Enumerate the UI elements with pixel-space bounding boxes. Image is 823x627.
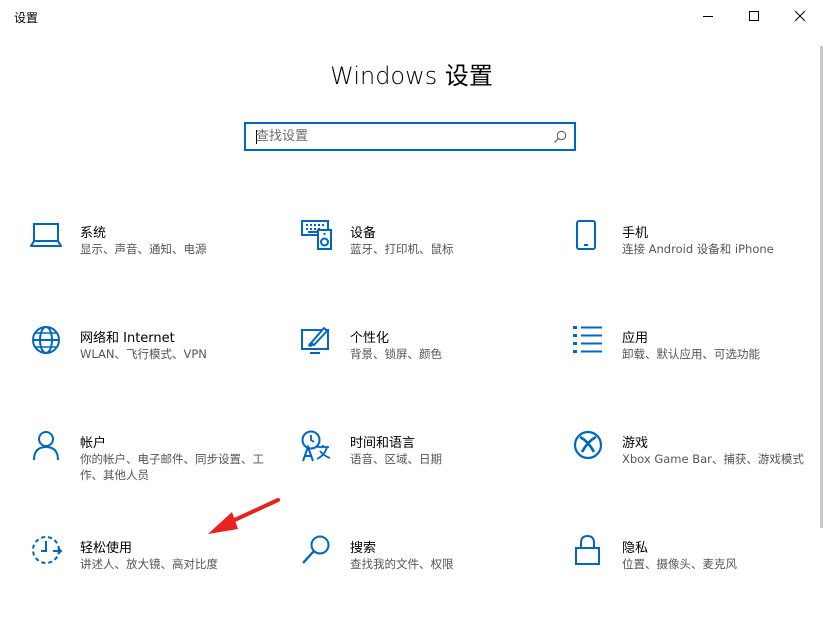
- tile-privacy[interactable]: 隐私 位置、摄像头、麦克风: [572, 535, 822, 615]
- tile-system[interactable]: 系统 显示、声音、通知、电源: [30, 220, 280, 300]
- laptop-icon: [30, 223, 62, 247]
- lock-icon: [575, 535, 600, 565]
- tile-apps[interactable]: 应用 卸载、默认应用、可选功能: [572, 325, 822, 405]
- tile-personalization[interactable]: 个性化 背景、锁屏、颜色: [300, 325, 550, 405]
- tile-description: 连接 Android 设备和 iPhone: [622, 242, 774, 256]
- tile-description: 位置、摄像头、麦克风: [622, 557, 737, 571]
- tile-description: 背景、锁屏、颜色: [350, 347, 442, 361]
- maximize-button[interactable]: [731, 0, 777, 32]
- globe-icon: [32, 326, 60, 354]
- tile-description: 显示、声音、通知、电源: [80, 242, 207, 256]
- tile-search[interactable]: 搜索 查找我的文件、权限: [300, 535, 550, 615]
- tile-description: 蓝牙、打印机、鼠标: [350, 242, 454, 256]
- tile-title: 隐私: [622, 541, 649, 556]
- tile-description: Xbox Game Bar、捕获、游戏模式: [622, 452, 804, 466]
- search-box[interactable]: [244, 122, 576, 151]
- annotation-arrow-icon: [208, 498, 280, 534]
- tile-time-language[interactable]: 时间和语言 语音、区域、日期: [300, 430, 550, 510]
- tile-description: 你的帐户、电子邮件、同步设置、工作、其他人员: [80, 452, 264, 482]
- tile-network[interactable]: 网络和 Internet WLAN、飞行模式、VPN: [30, 325, 280, 405]
- tile-title: 游戏: [622, 436, 649, 451]
- ease-of-access-icon: [32, 536, 63, 564]
- tile-title: 个性化: [350, 331, 390, 346]
- tile-title: 应用: [622, 331, 649, 346]
- tile-description: 讲述人、放大镜、高对比度: [80, 557, 218, 571]
- minimize-button[interactable]: [685, 0, 731, 32]
- apps-list-icon: [573, 326, 602, 353]
- tile-title: 手机: [622, 226, 649, 241]
- minimize-icon: [703, 16, 713, 17]
- tile-devices[interactable]: 设备 蓝牙、打印机、鼠标: [300, 220, 550, 300]
- tile-description: 语音、区域、日期: [350, 452, 442, 466]
- page-title: Windows 设置: [330, 62, 493, 90]
- window-title: 设置: [14, 11, 39, 25]
- tile-description: WLAN、飞行模式、VPN: [80, 347, 207, 361]
- close-button[interactable]: [777, 0, 823, 32]
- tile-title: 设备: [350, 226, 377, 241]
- personalization-icon: [301, 327, 329, 354]
- tile-description: 查找我的文件、权限: [350, 557, 454, 571]
- tile-title: 时间和语言: [350, 436, 416, 451]
- search-icon: [554, 130, 567, 143]
- tile-description: 卸载、默认应用、可选功能: [622, 347, 760, 361]
- devices-icon: [301, 220, 332, 250]
- tile-title: 帐户: [80, 436, 107, 451]
- tile-accounts[interactable]: 帐户 你的帐户、电子邮件、同步设置、工作、其他人员: [30, 430, 280, 510]
- tile-title: 网络和 Internet: [80, 331, 175, 346]
- tile-title: 轻松使用: [80, 541, 133, 556]
- tile-title: 系统: [80, 226, 107, 241]
- title-bar: 设置: [0, 0, 823, 32]
- close-icon: [794, 10, 806, 22]
- search-input[interactable]: [256, 124, 546, 149]
- tile-ease-of-access[interactable]: 轻松使用 讲述人、放大镜、高对比度: [30, 535, 280, 615]
- tile-gaming[interactable]: 游戏 Xbox Game Bar、捕获、游戏模式: [572, 430, 822, 510]
- phone-icon: [576, 220, 596, 250]
- search-magnifier-icon: [302, 535, 330, 564]
- tile-title: 搜索: [350, 541, 377, 556]
- person-icon: [33, 431, 59, 461]
- xbox-icon: [573, 430, 603, 460]
- time-language-icon: [301, 430, 331, 462]
- tile-phone[interactable]: 手机 连接 Android 设备和 iPhone: [572, 220, 822, 300]
- maximize-icon: [749, 11, 759, 21]
